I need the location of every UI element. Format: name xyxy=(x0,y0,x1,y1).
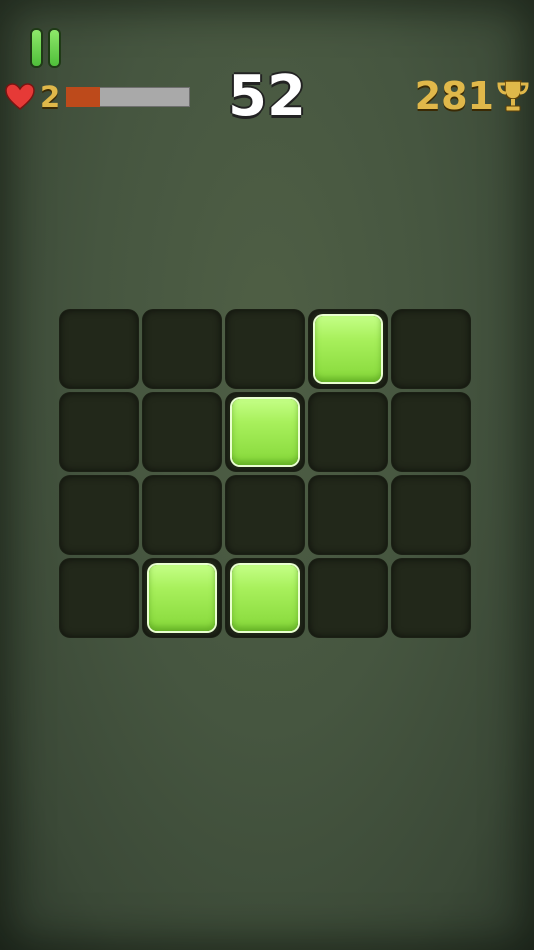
grid-cell[interactable] xyxy=(143,310,221,388)
lit-tile[interactable] xyxy=(309,310,387,388)
grid-cell[interactable] xyxy=(392,476,470,554)
grid-cell[interactable] xyxy=(309,559,387,637)
grid-cell[interactable] xyxy=(392,393,470,471)
best-score-panel: 281 xyxy=(415,74,530,118)
grid-cell[interactable] xyxy=(392,310,470,388)
pause-icon xyxy=(32,30,41,66)
trophy-icon xyxy=(497,80,529,112)
grid-cell[interactable] xyxy=(309,393,387,471)
game-grid xyxy=(60,310,475,637)
grid-cell[interactable] xyxy=(60,559,138,637)
grid-cell[interactable] xyxy=(143,476,221,554)
best-score: 281 xyxy=(414,74,494,118)
grid-cell[interactable] xyxy=(60,310,138,388)
grid-cell[interactable] xyxy=(309,476,387,554)
lit-tile[interactable] xyxy=(226,559,304,637)
pause-icon-bar xyxy=(50,30,59,66)
pause-button[interactable] xyxy=(32,30,66,66)
grid-cell[interactable] xyxy=(226,310,304,388)
grid-cell[interactable] xyxy=(60,393,138,471)
grid-cell[interactable] xyxy=(60,476,138,554)
grid-cell[interactable] xyxy=(392,559,470,637)
grid-cell[interactable] xyxy=(143,393,221,471)
lit-tile[interactable] xyxy=(143,559,221,637)
grid-cell[interactable] xyxy=(226,476,304,554)
lit-tile[interactable] xyxy=(226,393,304,471)
